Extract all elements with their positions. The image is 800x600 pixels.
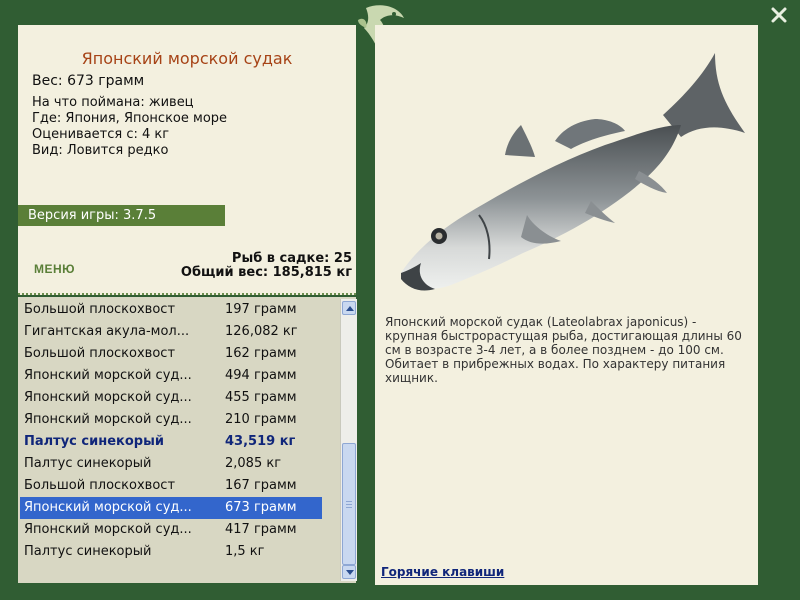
- list-item[interactable]: Гигантская акула-мол... 126,082 кг: [20, 321, 322, 343]
- list-item[interactable]: Японский морской суд... 417 грамм: [20, 519, 322, 541]
- list-item[interactable]: Палтус синекорый 43,519 кг: [20, 431, 322, 453]
- fish-bait: На что поймана: живец: [32, 95, 194, 110]
- list-item[interactable]: Большой плоскохвост 167 грамм: [20, 475, 322, 497]
- fish-weight: Вес: 673 грамм: [32, 73, 145, 89]
- list-item[interactable]: Японский морской суд... 210 грамм: [20, 409, 322, 431]
- scroll-down-arrow-icon: [346, 570, 354, 575]
- list-item[interactable]: Палтус синекорый 1,5 кг: [20, 541, 322, 563]
- list-item-name: Большой плоскохвост: [24, 478, 176, 493]
- list-item[interactable]: Японский морской суд... 673 грамм: [20, 497, 322, 519]
- list-item-name: Большой плоскохвост: [24, 346, 176, 361]
- fish-kind: Вид: Ловится редко: [32, 143, 169, 158]
- list-item-weight: 126,082 кг: [225, 324, 298, 339]
- scroll-down-button[interactable]: [342, 565, 356, 579]
- fish-illustration: [395, 45, 755, 315]
- scroll-grip: [346, 501, 352, 502]
- scroll-grip: [346, 504, 352, 505]
- list-item-name: Палтус синекорый: [24, 434, 164, 449]
- list-item-name: Палтус синекорый: [24, 456, 152, 471]
- game-window-frame: Японский морской судак Вес: 673 грамм На…: [0, 0, 800, 600]
- list-item-name: Японский морской суд...: [24, 390, 192, 405]
- list-item-weight: 43,519 кг: [225, 434, 296, 449]
- list-item-name: Японский морской суд...: [24, 412, 192, 427]
- fish-details: На что поймана: живец Где: Япония, Японс…: [32, 95, 227, 159]
- divider: [18, 293, 356, 295]
- list-item-name: Японский морской суд...: [24, 522, 192, 537]
- list-item-name: Гигантская акула-мол...: [24, 324, 190, 339]
- scroll-grip: [346, 507, 352, 508]
- total-weight: Общий вес: 185,815 кг: [180, 265, 352, 280]
- list-item[interactable]: Японский морской суд... 455 грамм: [20, 387, 322, 409]
- fish-detail-panel: Японский морской судак (Lateolabrax japo…: [375, 25, 758, 585]
- list-item[interactable]: Японский морской суд... 494 грамм: [20, 365, 322, 387]
- list-item[interactable]: Большой плоскохвост 197 грамм: [20, 299, 322, 321]
- close-icon[interactable]: [770, 6, 788, 24]
- game-version-bar: Версия игры: 3.7.5: [18, 205, 225, 226]
- list-item-weight: 2,085 кг: [225, 456, 282, 471]
- list-item-weight: 167 грамм: [225, 478, 297, 493]
- fish-description: Японский морской судак (Lateolabrax japo…: [385, 315, 742, 385]
- list-item-weight: 417 грамм: [225, 522, 297, 537]
- list-item-name: Палтус синекорый: [24, 544, 152, 559]
- list-item[interactable]: Палтус синекорый 2,085 кг: [20, 453, 322, 475]
- scroll-thumb[interactable]: [342, 443, 356, 565]
- fish-location: Где: Япония, Японское море: [32, 111, 228, 126]
- catch-list-panel: Большой плоскохвост 197 грамм Гигантская а…: [18, 297, 357, 583]
- scroll-up-arrow-icon: [346, 306, 354, 311]
- scroll-up-button[interactable]: [342, 301, 356, 315]
- list-item-weight: 494 грамм: [225, 368, 297, 383]
- menu-button[interactable]: МЕНЮ: [34, 262, 75, 276]
- list-item-weight: 197 грамм: [225, 302, 297, 317]
- list-item-name: Японский морской суд...: [24, 500, 192, 515]
- catch-list: Большой плоскохвост 197 грамм Гигантская а…: [20, 299, 336, 581]
- list-item-name: Большой плоскохвост: [24, 302, 176, 317]
- list-item-weight: 455 грамм: [225, 390, 297, 405]
- list-item-weight: 673 грамм: [225, 500, 297, 515]
- fish-rated: Оценивается с: 4 кг: [32, 127, 170, 142]
- list-item-name: Японский морской суд...: [24, 368, 192, 383]
- scrollbar[interactable]: [340, 299, 357, 581]
- fish-count: Рыб в садке: 25: [231, 251, 352, 266]
- list-item-weight: 1,5 кг: [225, 544, 265, 559]
- fish-title: Японский морской судак: [81, 49, 293, 68]
- fish-info-panel: Японский морской судак Вес: 673 грамм На…: [18, 25, 356, 295]
- hotkeys-link[interactable]: Горячие клавиши: [381, 565, 504, 579]
- list-item-weight: 162 грамм: [225, 346, 297, 361]
- list-item[interactable]: Большой плоскохвост 162 грамм: [20, 343, 322, 365]
- catch-stats: Рыб в садке: 25 Общий вес: 185,815 кг: [181, 252, 352, 280]
- list-item-weight: 210 грамм: [225, 412, 297, 427]
